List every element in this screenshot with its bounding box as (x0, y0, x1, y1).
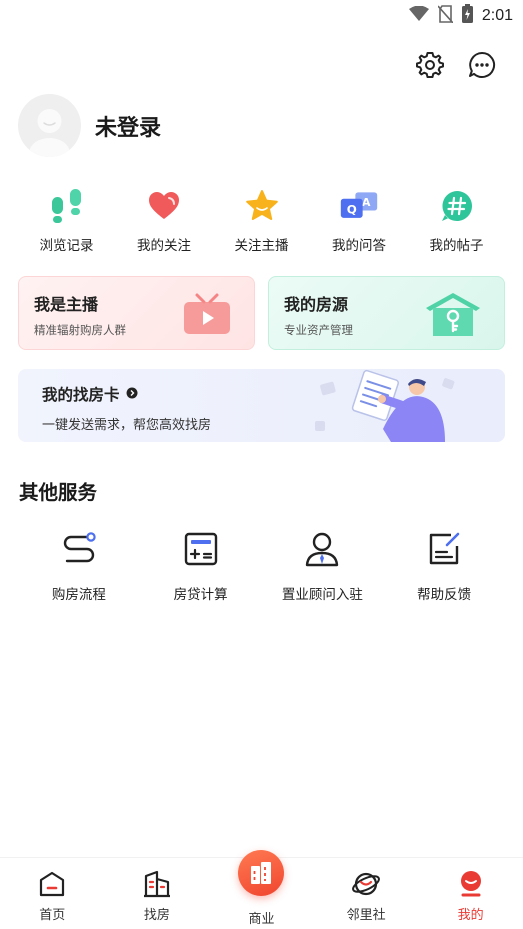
service-label: 房贷计算 (173, 587, 228, 603)
nav-label: 邻里社 (346, 908, 386, 923)
house-key-icon (424, 291, 482, 341)
planet-icon (351, 869, 381, 899)
quick-link-label: 浏览记录 (39, 238, 94, 254)
service-purchase-process[interactable]: 购房流程 (18, 530, 140, 603)
footprints-icon (47, 186, 87, 226)
home-icon (37, 869, 67, 899)
avatar[interactable] (18, 94, 81, 157)
quick-link-anchors[interactable]: 关注主播 (213, 186, 310, 254)
other-services-grid: 购房流程 房贷计算 置业顾问入驻 帮助反馈 (18, 530, 505, 603)
person-with-checklist-illustration (305, 369, 475, 442)
consultant-icon (303, 530, 341, 568)
svg-text:A: A (362, 196, 371, 209)
nav-item-mine[interactable]: 我的 (418, 858, 523, 929)
nav-item-find-house[interactable]: 找房 (105, 858, 210, 929)
quick-link-label: 我的问答 (332, 238, 386, 254)
nav-item-home[interactable]: 首页 (0, 858, 105, 929)
status-time: 2:01 (481, 6, 513, 24)
quick-link-qa[interactable]: A Q 我的问答 (311, 186, 408, 254)
service-label: 置业顾问入驻 (281, 587, 363, 603)
anchor-card[interactable]: 我是主播 精准辐射购房人群 (18, 276, 255, 350)
service-mortgage-calculator[interactable]: 房贷计算 (140, 530, 262, 603)
house-finding-card-banner[interactable]: 我的找房卡 一键发送需求，帮您高效找房 (18, 369, 505, 442)
chat-bubble-icon (468, 51, 496, 83)
nav-label: 找房 (143, 908, 170, 923)
svg-text:Q: Q (347, 202, 357, 216)
feature-cards: 我是主播 精准辐射购房人群 我的房源 专业资产管理 (18, 276, 505, 350)
wifi-icon (408, 5, 429, 26)
route-icon (60, 530, 98, 568)
profile-header[interactable]: 未登录 (18, 94, 161, 157)
settings-button[interactable] (415, 52, 445, 82)
qa-icon: A Q (339, 186, 379, 226)
quick-link-label: 我的帖子 (429, 238, 484, 254)
no-sim-icon (437, 4, 454, 27)
heart-icon (144, 186, 184, 226)
hashtag-icon (437, 186, 477, 226)
business-icon (238, 850, 285, 896)
status-icons: 2:01 (408, 4, 513, 27)
tv-play-icon (182, 291, 232, 341)
quick-links: 浏览记录 我的关注 关注主播 A Q 我的问答 我的帖子 (18, 186, 505, 254)
chevron-right-circle-icon (126, 385, 138, 403)
quick-link-follows[interactable]: 我的关注 (116, 186, 213, 254)
nav-item-neighborhood[interactable]: 邻里社 (314, 858, 419, 929)
service-help-feedback[interactable]: 帮助反馈 (383, 530, 505, 603)
building-icon (142, 869, 172, 899)
service-consultant-join[interactable]: 置业顾问入驻 (262, 530, 384, 603)
top-actions (415, 51, 497, 83)
quick-link-label: 关注主播 (234, 238, 289, 254)
service-label: 帮助反馈 (417, 587, 472, 603)
nav-label: 我的 (457, 908, 484, 923)
login-status-text[interactable]: 未登录 (95, 110, 161, 142)
gear-icon (416, 51, 444, 83)
feedback-icon (425, 530, 463, 568)
quick-link-posts[interactable]: 我的帖子 (408, 186, 505, 254)
star-icon (242, 186, 282, 226)
quick-link-label: 我的关注 (137, 238, 191, 254)
battery-charging-icon (461, 4, 473, 27)
service-label: 购房流程 (51, 587, 106, 603)
bottom-navigation: 首页 找房 商业 邻里社 我的 (0, 850, 523, 929)
messages-button[interactable] (467, 51, 497, 83)
quick-link-history[interactable]: 浏览记录 (18, 186, 115, 254)
nav-item-business[interactable]: 商业 (209, 850, 314, 929)
status-bar: 2:01 (0, 0, 523, 30)
calculator-icon (182, 530, 220, 568)
section-title-other-services: 其他服务 (19, 481, 98, 504)
banner-title: 我的找房卡 (42, 386, 120, 404)
profile-icon (456, 869, 486, 899)
listings-card[interactable]: 我的房源 专业资产管理 (268, 276, 505, 350)
nav-label: 商业 (248, 912, 275, 927)
nav-label: 首页 (39, 908, 66, 923)
